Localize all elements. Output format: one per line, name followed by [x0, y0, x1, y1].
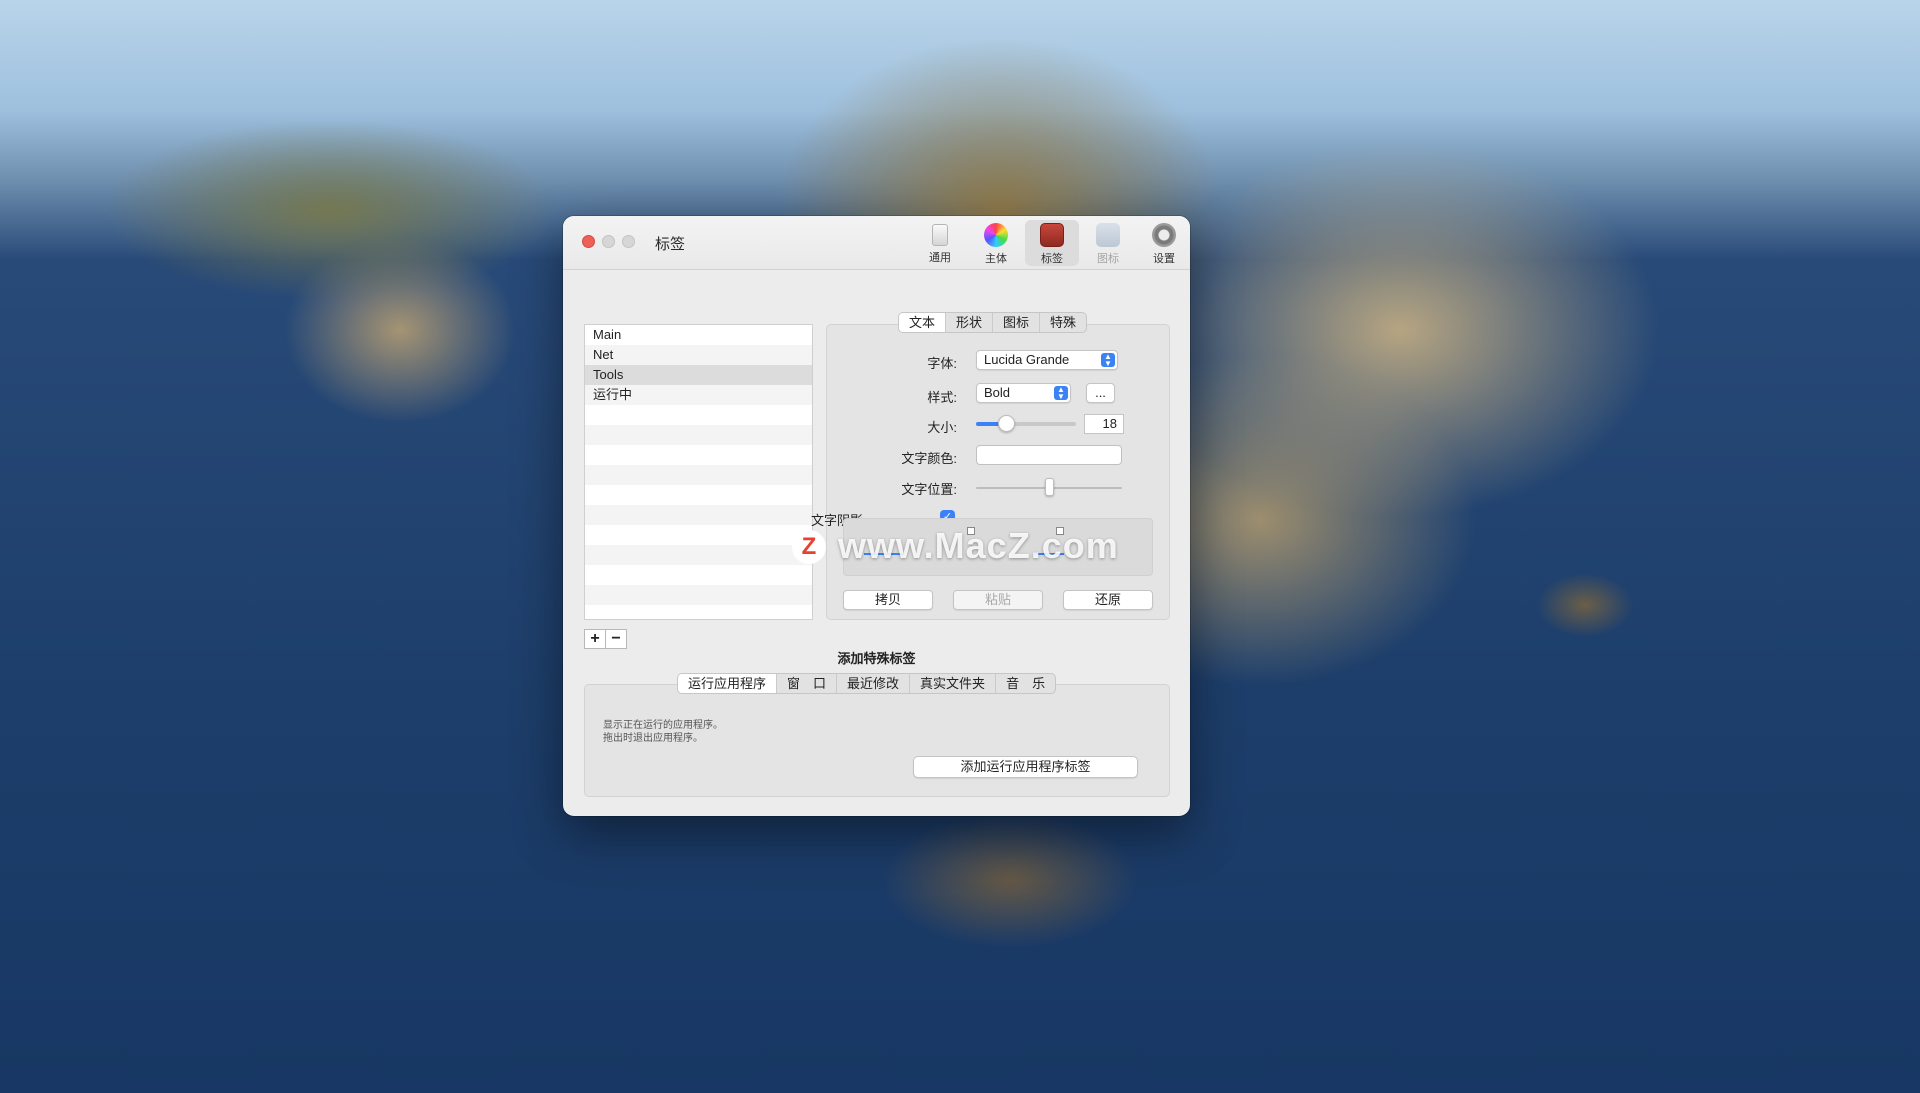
text-color-label: 文字颜色: [901, 451, 957, 466]
special-tags-title: 添加特殊标签 [837, 651, 916, 666]
size-label: 大小: [927, 420, 957, 435]
toolbar-tags-label: 标签 [1041, 253, 1063, 265]
tab-real-folder[interactable]: 真实文件夹 [910, 674, 997, 693]
text-position-knob[interactable] [1045, 478, 1054, 496]
toolbar-theme-label: 主体 [985, 253, 1007, 265]
toolbar-settings-label: 设置 [1153, 253, 1175, 265]
tab-icon[interactable]: 图标 [993, 313, 1041, 332]
style-more-button[interactable]: ... [1086, 383, 1115, 403]
preferences-window: 标签 通用 主体 标签 图标 设置 Main Net Tools 运行中 + − [563, 216, 1190, 816]
tab-music[interactable]: 音 乐 [996, 674, 1055, 693]
tab-recent[interactable]: 最近修改 [837, 674, 911, 693]
tab-special[interactable]: 特殊 [1040, 313, 1086, 332]
text-position-slider[interactable] [976, 478, 1122, 496]
tab-shape[interactable]: 形状 [946, 313, 994, 332]
add-tag-button[interactable]: + [585, 630, 606, 648]
add-running-apps-tag-button[interactable]: 添加运行应用程序标签 [913, 756, 1138, 778]
toolbar-general-button[interactable]: 通用 [913, 220, 967, 266]
toolbar-tags-button[interactable]: 标签 [1025, 220, 1079, 266]
toolbar-icons-button[interactable]: 图标 [1081, 220, 1135, 266]
tab-windows[interactable]: 窗 口 [777, 674, 838, 693]
special-tabs: 运行应用程序 窗 口 最近修改 真实文件夹 音 乐 [677, 673, 1057, 694]
popup-arrows-icon: ▲ ▼ [1101, 353, 1115, 368]
list-item-tools[interactable]: Tools [585, 365, 812, 385]
text-position-label: 文字位置: [901, 482, 957, 497]
text-color-well[interactable] [976, 445, 1122, 465]
tab-running-apps[interactable]: 运行应用程序 [678, 674, 778, 693]
font-value: Lucida Grande [984, 352, 1070, 367]
icons-icon [1096, 223, 1120, 247]
list-add-remove-control: + − [584, 629, 627, 649]
remove-tag-button[interactable]: − [606, 630, 626, 648]
general-icon [932, 224, 948, 246]
special-description-line2: 拖出时退出应用程序。 [603, 733, 703, 744]
style-label: 样式: [927, 390, 957, 405]
window-title: 标签 [655, 236, 686, 253]
style-value: Bold [984, 385, 1011, 400]
toolbar-settings-button[interactable]: 设置 [1137, 220, 1190, 266]
paste-button[interactable]: 粘贴 [953, 590, 1043, 610]
minimize-button[interactable] [602, 235, 615, 248]
tab-text[interactable]: 文本 [899, 313, 947, 332]
size-slider-knob[interactable] [998, 415, 1015, 432]
watermark-text: www.MacZ.com [838, 525, 1119, 566]
toolbar-general-label: 通用 [929, 252, 951, 264]
close-button[interactable] [582, 235, 595, 248]
font-popup[interactable]: Lucida Grande ▲ ▼ [976, 350, 1118, 370]
list-item-main[interactable]: Main [585, 325, 812, 345]
title-bar: 标签 通用 主体 标签 图标 设置 [563, 216, 1190, 270]
popup-arrows-icon: ▲ ▼ [1054, 386, 1068, 401]
size-slider[interactable] [976, 415, 1076, 432]
tag-list[interactable]: Main Net Tools 运行中 [584, 324, 813, 620]
style-popup[interactable]: Bold ▲ ▼ [976, 383, 1071, 403]
zoom-button[interactable] [622, 235, 635, 248]
copy-button[interactable]: 拷贝 [843, 590, 933, 610]
list-item-net[interactable]: Net [585, 345, 812, 365]
tags-icon [1040, 223, 1064, 247]
editor-tabs: 文本 形状 图标 特殊 [898, 312, 1088, 333]
theme-color-icon [984, 223, 1008, 247]
restore-button[interactable]: 还原 [1063, 590, 1153, 610]
toolbar-icons-label: 图标 [1097, 253, 1119, 265]
font-label: 字体: [927, 356, 957, 371]
watermark-logo: Z [792, 530, 826, 564]
settings-gear-icon [1152, 223, 1176, 247]
toolbar-theme-button[interactable]: 主体 [969, 220, 1023, 266]
list-item-running[interactable]: 运行中 [585, 385, 812, 405]
size-field[interactable]: 18 [1084, 414, 1124, 434]
